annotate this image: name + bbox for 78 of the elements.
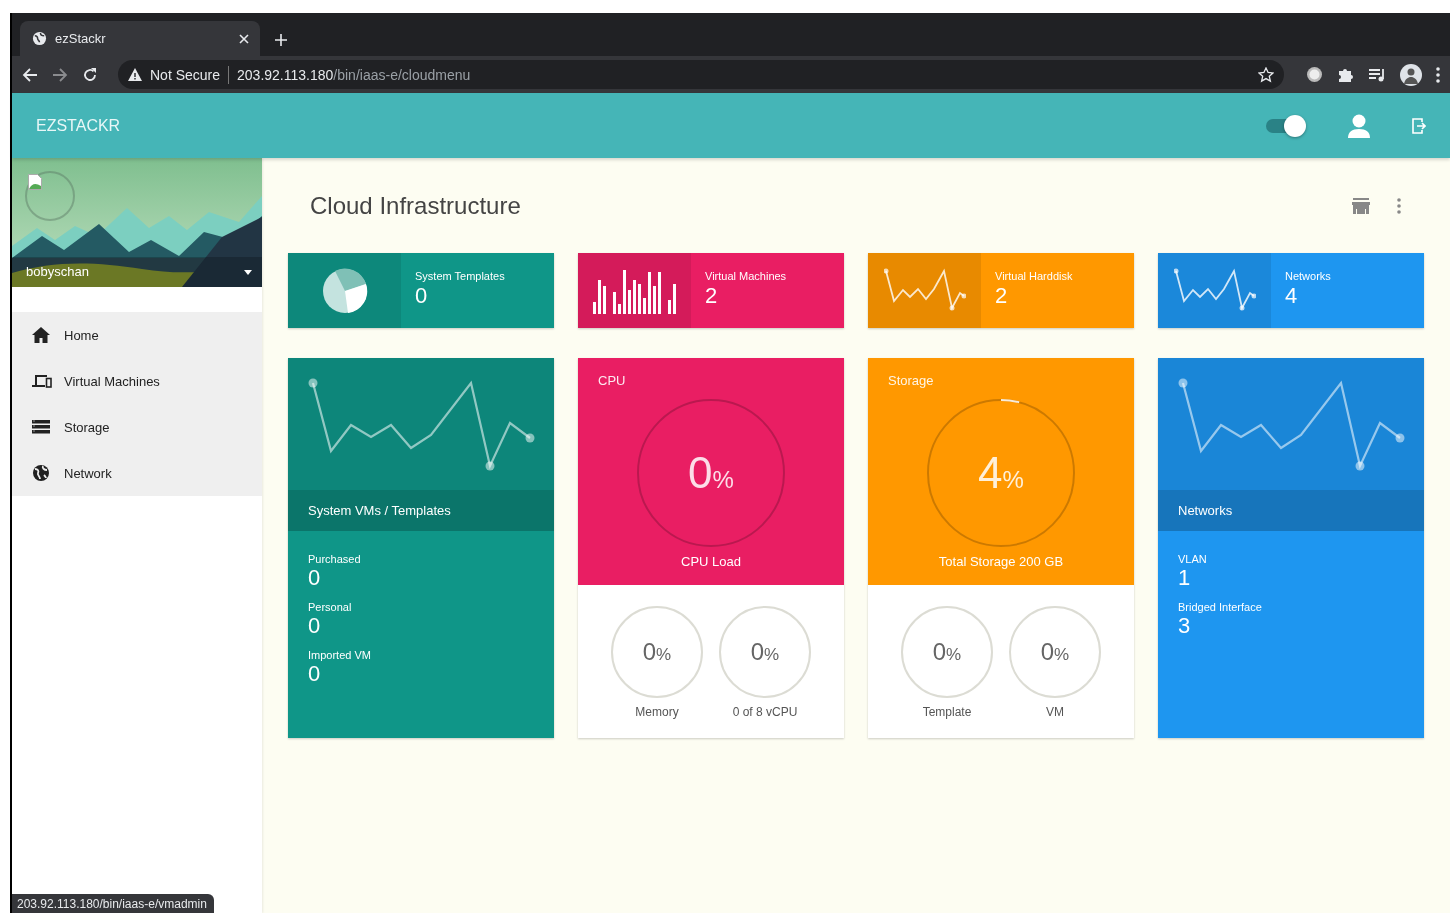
gauge-value: 0%: [750, 638, 780, 666]
forward-icon[interactable]: [52, 66, 68, 83]
more-menu-icon[interactable]: [1436, 66, 1440, 83]
nav-item[interactable]: Storage: [12, 404, 262, 450]
chart-point: [308, 378, 318, 388]
chart-point: [1355, 461, 1365, 471]
nav-item[interactable]: Virtual Machines: [12, 358, 262, 404]
card-count: 4: [1285, 283, 1299, 309]
summary-card[interactable]: System Templates 0: [288, 253, 554, 328]
card-label: Networks: [1285, 270, 1331, 282]
globe-icon: [32, 464, 50, 482]
panel-title: Storage: [888, 373, 934, 388]
gauge-label: Template: [922, 705, 972, 719]
chart-point: [485, 461, 495, 471]
card-count: 2: [995, 283, 1009, 309]
gauge-value: 0%: [642, 638, 672, 666]
bar-chart-icon: [592, 267, 677, 314]
panel-caption: System VMs / Templates: [308, 503, 451, 518]
broken-image-icon: [28, 174, 42, 190]
card-label: Virtual Harddisk: [995, 270, 1073, 282]
gauge-value: 0%: [688, 448, 734, 498]
stat-value: 3: [1178, 613, 1192, 639]
globe-icon: [32, 31, 47, 46]
back-icon[interactable]: [22, 66, 38, 83]
panel-caption: Networks: [1178, 503, 1233, 518]
gauge-caption: CPU Load: [681, 554, 741, 569]
puzzle-icon[interactable]: [1337, 66, 1354, 83]
playlist-icon[interactable]: [1368, 66, 1386, 83]
stat-label: Purchased: [308, 553, 362, 565]
avatar-icon[interactable]: [1400, 63, 1422, 86]
stat-label: VLAN: [1178, 553, 1208, 565]
chart-point: [525, 433, 535, 443]
nav-item[interactable]: Home: [12, 312, 262, 358]
caret-icon[interactable]: [244, 270, 252, 275]
security-warning: Not Secure: [150, 66, 221, 83]
username[interactable]: bobyschan: [26, 264, 89, 279]
stat-label: Imported VM: [308, 649, 372, 661]
stat-value: 0: [308, 613, 322, 639]
star-icon[interactable]: [1258, 66, 1274, 83]
devices-icon: [32, 374, 52, 388]
chart-point: [1395, 433, 1405, 443]
gauge-label: VM: [1046, 705, 1064, 719]
stat-label: Personal: [308, 601, 353, 613]
stat-value: 1: [1178, 565, 1192, 591]
stat-value: 0: [308, 565, 322, 591]
chart-point: [1178, 378, 1188, 388]
extension-circle-icon[interactable]: [1306, 66, 1323, 83]
card-count: 2: [705, 283, 719, 309]
status-url: 203.92.113.180/bin/iaas-e/vmadmin: [12, 894, 214, 913]
gauge-label: 0 of 8 vCPU: [732, 705, 798, 719]
gauge-value: 0%: [1040, 638, 1070, 666]
stat-label: Bridged Interface: [1178, 601, 1263, 613]
gauge-label: Memory: [635, 705, 679, 719]
app-brand: EZSTACKR: [36, 116, 122, 135]
card-label: Virtual Machines: [705, 270, 787, 282]
page-title: Cloud Infrastructure: [310, 191, 522, 220]
url-text: 203.92.113.180/bin/iaas-e/cloudmenu: [237, 66, 472, 83]
address-bar[interactable]: Not Secure 203.92.113.180/bin/iaas-e/cloudmenu: [118, 60, 1284, 89]
store-icon[interactable]: [1352, 197, 1370, 214]
storage-icon: [32, 420, 50, 434]
summary-card[interactable]: Virtual Machines 2: [578, 253, 844, 328]
stat-value: 0: [308, 661, 322, 687]
browser-tab[interactable]: ezStackr: [20, 21, 260, 56]
pie-chart-icon: [321, 267, 368, 314]
gauge-caption: Total Storage 200 GB: [938, 554, 1064, 569]
card-count: 0: [415, 283, 429, 309]
tab-title: ezStackr: [55, 31, 107, 46]
card-label: System Templates: [415, 270, 505, 282]
home-icon: [32, 327, 50, 343]
close-tab-button[interactable]: [238, 32, 250, 45]
gauge-value: 0%: [932, 638, 962, 666]
gauge-value: 4%: [978, 448, 1024, 498]
new-tab-button[interactable]: [274, 33, 288, 47]
reload-icon[interactable]: [82, 66, 98, 83]
warning-icon: [128, 68, 142, 81]
avatar-circle[interactable]: [25, 171, 75, 221]
panel-title: CPU: [598, 373, 626, 388]
nav-item[interactable]: Network: [12, 450, 262, 496]
